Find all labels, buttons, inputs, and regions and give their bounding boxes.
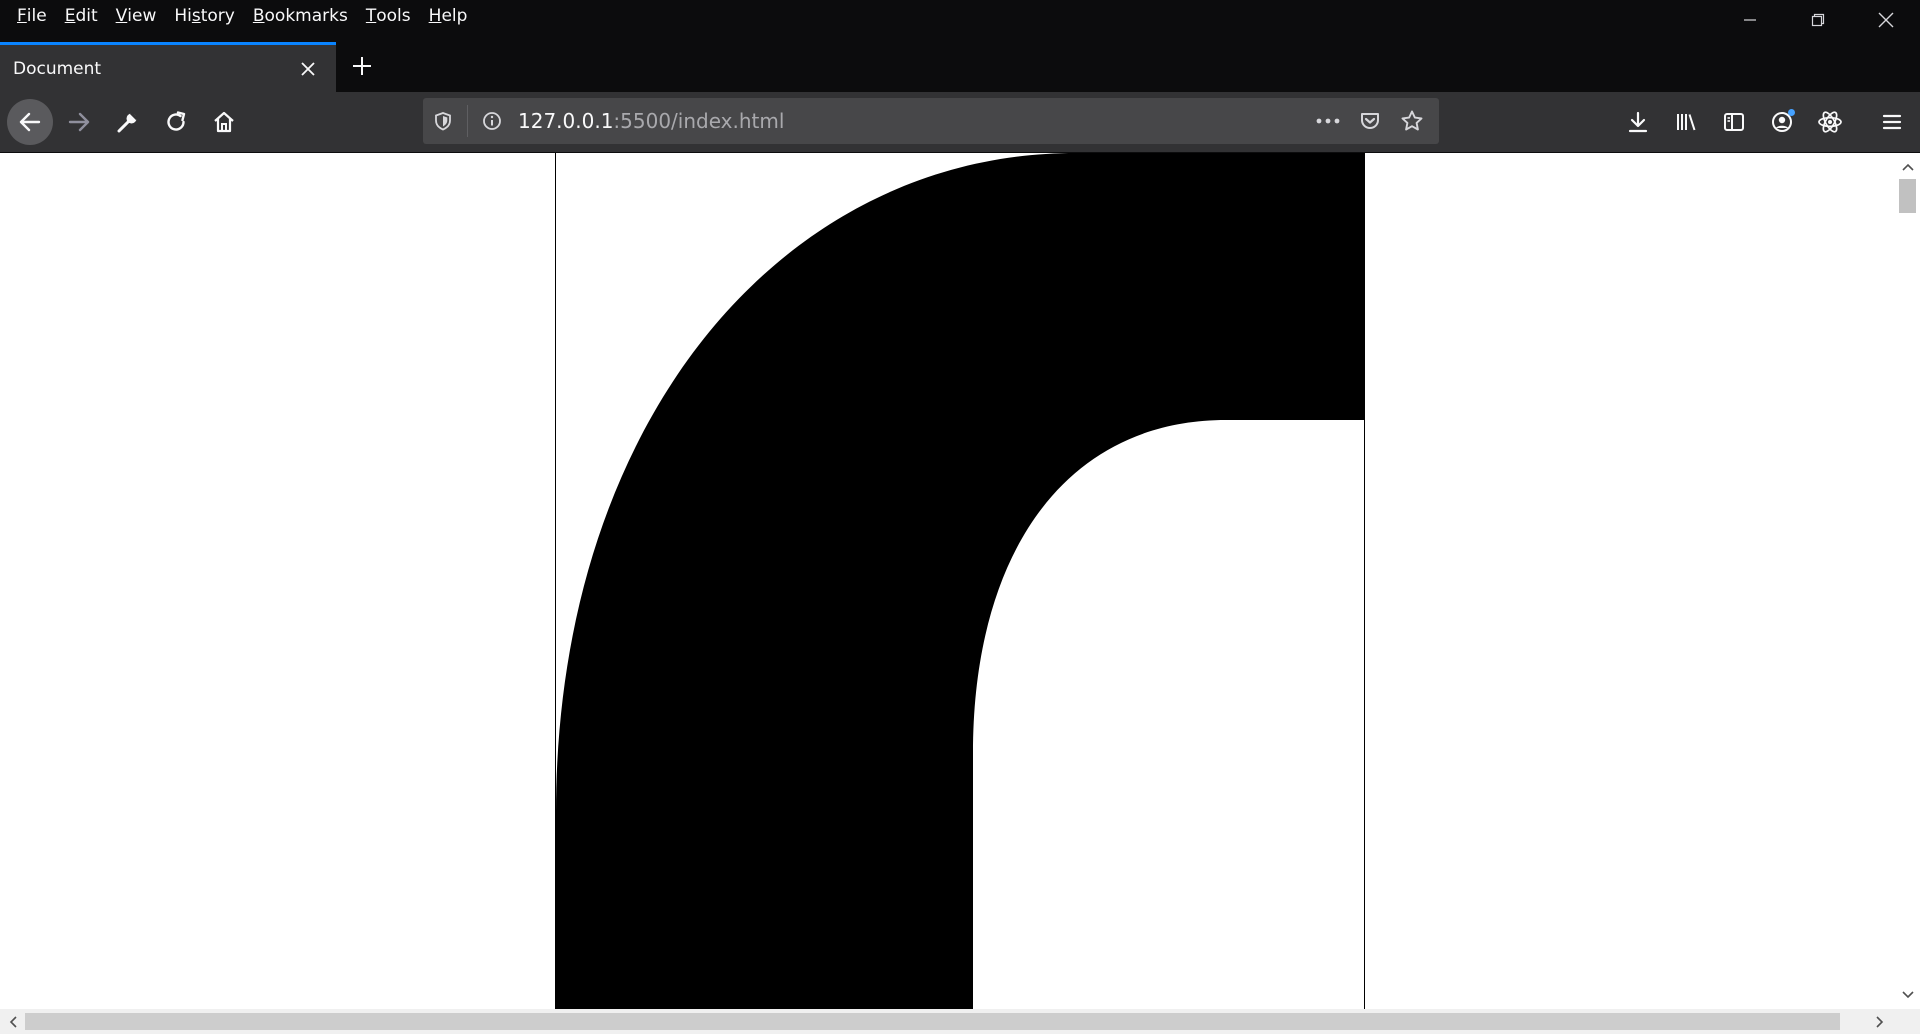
forward-button[interactable] [56,99,102,145]
chevron-right-icon [1876,1016,1884,1028]
react-devtools-icon [1818,111,1842,133]
close-icon [1878,12,1894,28]
menu-history-rest: tory [200,6,235,26]
url-host: 127.0.0.1 [518,109,614,133]
scroll-left-button[interactable] [3,1012,23,1032]
close-window-button[interactable] [1852,0,1920,40]
scroll-down-button[interactable] [1899,985,1916,1005]
minimize-icon [1744,19,1756,21]
shield-icon [435,112,451,131]
scroll-up-button[interactable] [1899,157,1916,177]
menu-history-pre: Hi [174,6,192,26]
tracking-protection-button[interactable] [423,98,463,144]
menu-history[interactable]: Hi s tory [165,1,244,31]
page-actions-button[interactable] [1307,98,1349,144]
account-button[interactable] [1758,99,1806,145]
react-devtools-button[interactable] [1806,99,1854,145]
menu-view-accel: V [115,6,128,26]
hamburger-menu-icon [1882,114,1902,130]
bookmark-star-button[interactable] [1391,98,1433,144]
menu-view[interactable]: View [107,1,166,31]
horizontal-scrollbar[interactable] [0,1009,1895,1034]
sidebar-icon [1724,113,1744,131]
url-actions [1307,98,1439,144]
info-icon [483,112,501,130]
black-curved-shape [556,153,1364,1009]
vertical-scroll-thumb[interactable] [1899,179,1916,213]
reload-button[interactable] [153,99,199,145]
sidebar-button[interactable] [1710,99,1758,145]
menu-help-accel: H [428,6,442,26]
forward-arrow-icon [68,112,90,132]
menu-bookmarks[interactable]: Bookmarks [244,1,357,31]
close-tab-icon [301,61,315,76]
navigation-toolbar: 127.0.0.1:5500/index.html [0,92,1920,153]
wrench-icon [117,111,139,133]
scrollbar-corner [1895,1009,1920,1034]
url-separator [467,105,468,137]
restore-icon [1811,13,1825,27]
devtools-button[interactable] [105,99,151,145]
site-info-button[interactable] [472,98,512,144]
vertical-scrollbar[interactable] [1895,153,1920,1009]
menu-help[interactable]: Help [420,1,477,31]
menu-edit-accel: E [64,6,76,26]
chevron-left-icon [9,1016,17,1028]
tab-title: Document [13,58,102,79]
menu-view-rest: iew [127,6,157,26]
more-dots-icon [1316,118,1340,124]
back-arrow-icon [19,112,41,132]
downloads-button[interactable] [1614,99,1662,145]
back-button[interactable] [7,99,53,145]
notification-dot [1788,109,1795,116]
download-icon [1628,111,1648,133]
tab-close-button[interactable] [290,51,326,87]
home-icon [214,111,234,133]
menu-bookmarks-rest: ookmarks [264,6,348,26]
url-text: 127.0.0.1:5500/index.html [518,109,1307,133]
menu-bookmarks-accel: B [252,6,265,26]
menu-edit[interactable]: Edit [56,1,107,31]
document-box [555,153,1365,1009]
menu-edit-rest: dit [75,6,98,26]
library-button[interactable] [1662,99,1710,145]
menu-help-rest: elp [441,6,468,26]
minimize-button[interactable] [1716,0,1784,40]
menu-tools-rest: ools [376,6,411,26]
library-icon [1677,114,1696,131]
reload-icon [167,111,186,131]
menu-tools[interactable]: Tools [357,1,420,31]
menu-tools-accel: T [365,6,377,26]
star-icon [1401,110,1423,131]
app-menu-button[interactable] [1868,99,1916,145]
menu-file-accel: F [17,6,27,26]
plus-icon [353,57,371,75]
page-viewport [0,153,1895,1009]
menu-file-rest: ile [26,6,47,26]
tab-document[interactable]: Document [0,42,336,92]
scroll-right-button[interactable] [1870,1012,1890,1032]
tab-strip: Document [0,40,1920,92]
pocket-icon [1361,113,1379,129]
menu-history-accel: s [191,6,201,26]
new-tab-button[interactable] [344,46,380,86]
pocket-button[interactable] [1349,98,1391,144]
url-path: :5500/index.html [613,109,785,133]
menu-file[interactable]: File [8,1,56,31]
window-controls [1716,0,1920,40]
chevron-up-icon [1901,163,1914,171]
chevron-down-icon [1901,991,1914,999]
menu-bar: File Edit View Hi s tory Bookmarks Tools H… [0,0,1920,32]
home-button[interactable] [201,99,247,145]
restore-button[interactable] [1784,0,1852,40]
horizontal-scroll-thumb[interactable] [25,1013,1840,1030]
toolbar-right [1614,99,1854,145]
url-bar[interactable]: 127.0.0.1:5500/index.html [423,98,1439,144]
